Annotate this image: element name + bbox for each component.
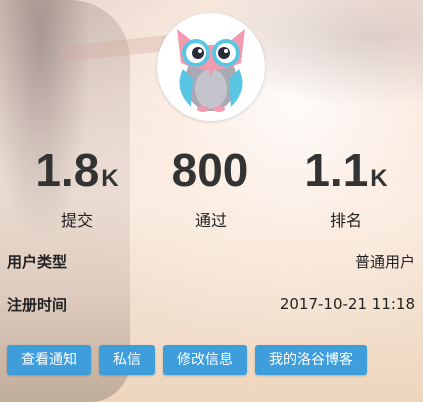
view-notifications-button[interactable]: 查看通知 bbox=[7, 345, 91, 375]
edit-profile-button[interactable]: 修改信息 bbox=[163, 345, 247, 375]
info-row-user-type: 用户类型 普通用户 bbox=[7, 249, 415, 273]
info-value: 普通用户 bbox=[354, 252, 415, 271]
avatar[interactable] bbox=[157, 13, 265, 121]
stat-ranking[interactable]: 1.1K 排名 bbox=[276, 144, 416, 231]
my-blog-button[interactable]: 我的洛谷博客 bbox=[255, 345, 367, 375]
private-message-button[interactable]: 私信 bbox=[99, 345, 155, 375]
stat-submissions[interactable]: 1.8K 提交 bbox=[7, 144, 147, 231]
stat-accepted[interactable]: 800 通过 bbox=[141, 144, 281, 231]
stat-label: 通过 bbox=[194, 211, 227, 230]
info-key: 用户类型 bbox=[7, 252, 68, 271]
owl-avatar-icon bbox=[177, 29, 245, 112]
info-row-register-time: 注册时间 2017-10-21 11:18 bbox=[7, 292, 415, 316]
stat-label: 排名 bbox=[329, 211, 362, 230]
stat-number: 1.1K bbox=[304, 144, 388, 196]
stat-number: 1.8K bbox=[35, 144, 119, 196]
info-value: 2017-10-21 11:18 bbox=[279, 295, 415, 313]
stat-label: 提交 bbox=[60, 211, 93, 230]
stat-number: 800 bbox=[171, 144, 249, 196]
info-key: 注册时间 bbox=[7, 295, 68, 314]
action-buttons: 查看通知 私信 修改信息 我的洛谷博客 bbox=[7, 345, 367, 375]
